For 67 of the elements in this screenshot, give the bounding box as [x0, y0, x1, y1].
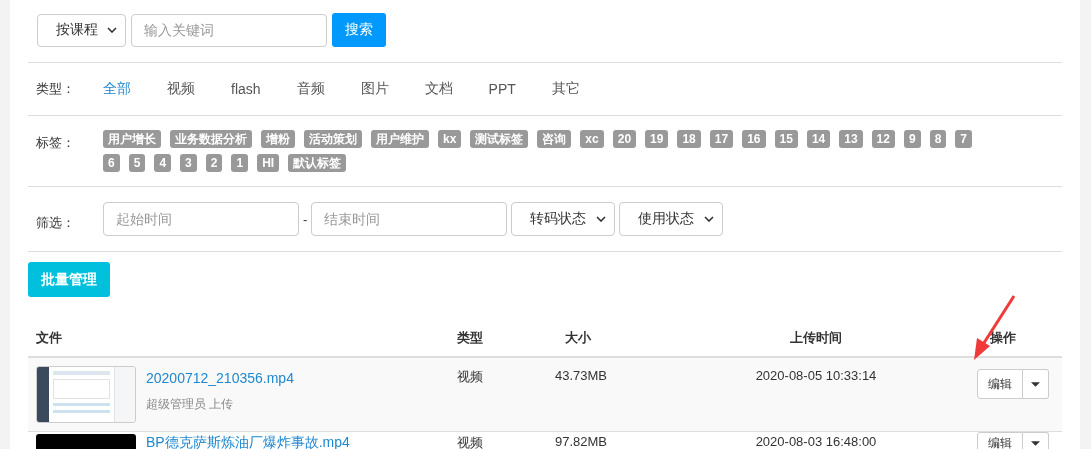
tag[interactable]: HI — [257, 154, 280, 172]
status-select[interactable]: 转码状态 — [511, 202, 616, 236]
tag[interactable]: 用户维护 — [371, 130, 429, 148]
status-select[interactable]: 使用状态 — [619, 202, 724, 236]
tag[interactable]: 业务数据分析 — [170, 130, 252, 148]
table-cell: 2020-08-03 16:48:00 — [688, 431, 944, 449]
chevron-icon — [596, 216, 607, 222]
chevron-icon — [107, 27, 117, 33]
uploader-text: 超级管理员 上传 — [146, 396, 235, 413]
tag[interactable]: 测试标签 — [470, 130, 529, 148]
search-button[interactable]: 搜索 — [332, 13, 386, 47]
type-option[interactable]: 视频 — [167, 80, 195, 98]
tag[interactable]: 7 — [955, 130, 972, 148]
tag[interactable]: 15 — [774, 130, 798, 148]
tag[interactable]: 4 — [154, 154, 172, 172]
tag[interactable]: 19 — [645, 130, 669, 148]
dropdown-toggle[interactable] — [1023, 369, 1049, 399]
table-cell: 2020-08-05 10:33:14 — [688, 357, 944, 432]
tag[interactable]: 默认标签 — [288, 154, 347, 172]
start-time-input[interactable]: 起始时间 — [103, 202, 299, 236]
tag[interactable]: 17 — [709, 130, 734, 148]
type-option[interactable]: 图片 — [360, 80, 389, 98]
tag[interactable]: 18 — [677, 130, 701, 148]
file-link[interactable]: BP德克萨斯炼油厂爆炸事故.mp4 — [146, 434, 350, 449]
tag[interactable]: 20 — [612, 130, 637, 148]
tag-label: 标签： — [36, 134, 76, 152]
type-option[interactable]: 音频 — [296, 80, 325, 98]
tag[interactable]: 14 — [806, 130, 831, 148]
type-option[interactable]: 其它 — [551, 80, 580, 98]
type-option[interactable]: flash — [231, 81, 261, 97]
table-cell: 视频 — [449, 357, 535, 432]
edit-button[interactable]: 编辑 — [977, 432, 1023, 449]
chevron-icon — [704, 216, 715, 222]
batch-manage-button[interactable]: 批量管理 — [28, 262, 110, 297]
tag[interactable]: 9 — [903, 130, 921, 148]
type-option[interactable]: 文档 — [424, 80, 453, 98]
filter-label: 筛选： — [36, 214, 76, 232]
tag[interactable]: 6 — [103, 154, 120, 172]
caret-icon — [1031, 440, 1040, 446]
tag[interactable]: 用户增长 — [103, 130, 161, 148]
tag[interactable]: 1 — [231, 154, 249, 172]
tag[interactable]: 12 — [871, 130, 895, 148]
tag[interactable]: 2 — [205, 154, 223, 172]
range-separator: - — [303, 211, 308, 227]
edit-button[interactable]: 编辑 — [977, 369, 1023, 399]
keyword-input[interactable]: 输入关键词 — [131, 13, 327, 47]
type-option[interactable]: 全部 — [103, 80, 131, 98]
caret-icon — [1031, 381, 1040, 387]
tag[interactable]: 8 — [929, 130, 947, 148]
tag[interactable]: 5 — [128, 154, 146, 172]
type-label: 类型： — [36, 80, 76, 98]
table-cell: 视频 — [449, 431, 535, 449]
table-cell: 97.82MB — [535, 431, 688, 449]
dropdown-toggle[interactable] — [1023, 432, 1049, 449]
tag[interactable]: xc — [580, 130, 604, 148]
tag[interactable]: 活动策划 — [304, 130, 362, 148]
tag[interactable]: kx — [438, 130, 462, 148]
tag[interactable]: 16 — [742, 130, 766, 148]
table-cell: 43.73MB — [535, 357, 688, 432]
scope-select[interactable]: 按课程 — [37, 13, 126, 47]
tag[interactable]: 13 — [839, 130, 863, 148]
file-link[interactable]: 20200712_210356.mp4 — [146, 370, 294, 386]
tag[interactable]: 咨询 — [537, 130, 572, 148]
tag[interactable]: 增粉 — [261, 130, 295, 148]
end-time-input[interactable]: 结束时间 — [311, 202, 508, 236]
type-option[interactable]: PPT — [488, 81, 516, 97]
tag[interactable]: 3 — [180, 154, 197, 172]
